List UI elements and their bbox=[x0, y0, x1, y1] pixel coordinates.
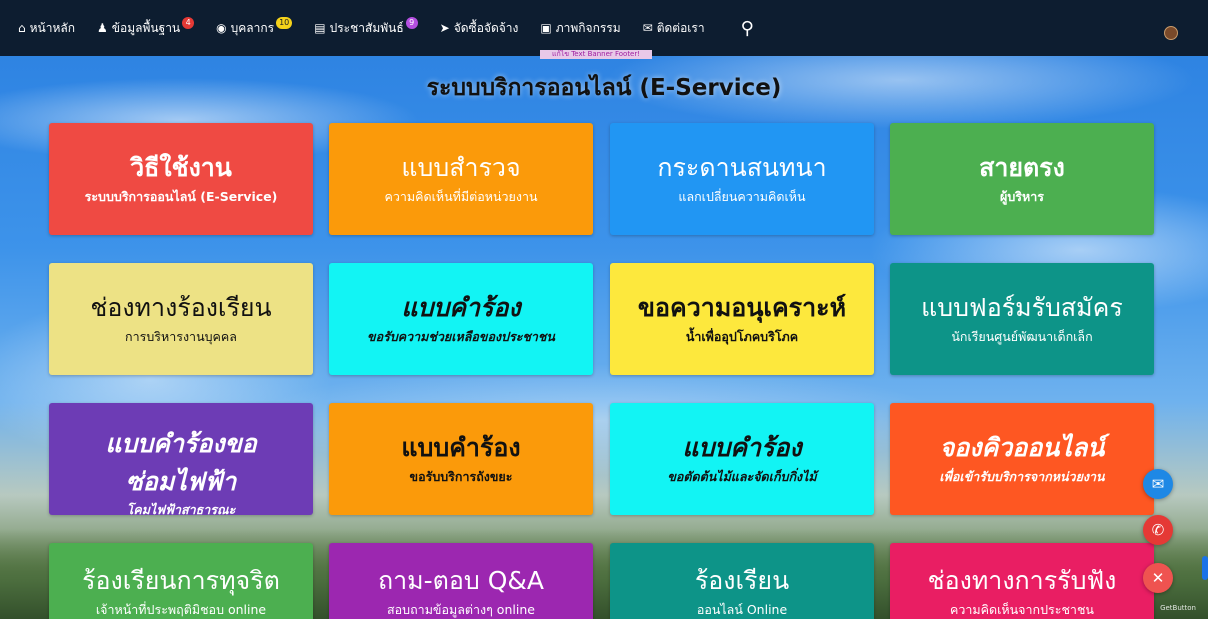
tile-title: ถาม-ตอบ Q&A bbox=[377, 566, 544, 595]
nav-item-contact[interactable]: ✉ ติดต่อเรา bbox=[643, 19, 705, 38]
tile-subtitle: ออนไลน์ Online bbox=[696, 602, 788, 617]
nav-item-label: ภาพกิจกรรม bbox=[555, 20, 621, 35]
tile-subtitle: ความคิดเห็นที่มีต่อหน่วยงาน bbox=[384, 189, 538, 204]
phone-icon: ✆ bbox=[1151, 521, 1165, 539]
tile-subtitle: การบริหารงานบุคคล bbox=[125, 329, 237, 344]
tile-direct-line[interactable]: สายตรง ผู้บริหาร bbox=[890, 123, 1154, 235]
tile-water-request[interactable]: ขอความอนุเคราะห์ น้ำเพื่ออุปโภคบริโภค bbox=[610, 263, 874, 375]
tile-subtitle: แลกเปลี่ยนความคิดเห็น bbox=[678, 189, 806, 204]
nav-item-label: ข้อมูลพื้นฐาน bbox=[111, 20, 181, 35]
tile-how-to-use[interactable]: วิธีใช้งาน ระบบบริการออนไลน์ (E-Service) bbox=[49, 123, 313, 235]
tile-subtitle: ขอรับความช่วยเหลือของประชาชน bbox=[367, 329, 555, 344]
nav-item-personnel[interactable]: ◉ บุคลากร 10 bbox=[216, 17, 293, 38]
tile-title: ช่องทางการรับฟัง bbox=[927, 566, 1117, 595]
tile-title: ช่องทางร้องเรียน bbox=[90, 293, 272, 322]
tile-tree-cutting-request[interactable]: แบบคำร้อง ขอตัดต้นไม้และจัดเก็บกิ่งไม้ bbox=[610, 403, 874, 515]
envelope-icon: ✉ bbox=[642, 21, 653, 35]
newspaper-icon: ▤ bbox=[314, 21, 326, 35]
tile-online-queue[interactable]: จองคิวออนไลน์ เพื่อเข้ารับบริการจากหน่วย… bbox=[890, 403, 1154, 515]
tile-title: จองคิวออนไลน์ bbox=[939, 433, 1105, 462]
tile-title: แบบฟอร์มรับสมัคร bbox=[921, 293, 1123, 322]
tile-title: ขอความอนุเคราะห์ bbox=[637, 293, 847, 322]
tile-title: ร้องเรียนการทุจริต bbox=[82, 566, 280, 595]
nav-item-home[interactable]: ⌂ หน้าหลัก bbox=[18, 19, 75, 38]
nav-item-basic-info[interactable]: ♟ ข้อมูลพื้นฐาน 4 bbox=[97, 17, 195, 38]
tile-webboard[interactable]: กระดานสนทนา แลกเปลี่ยนความคิดเห็น bbox=[610, 123, 874, 235]
tile-subtitle: ระบบบริการออนไลน์ (E-Service) bbox=[84, 189, 278, 204]
tile-subtitle: สอบถามข้อมูลต่างๆ online bbox=[387, 602, 535, 617]
tile-personnel-complaint[interactable]: ช่องทางร้องเรียน การบริหารงานบุคคล bbox=[49, 263, 313, 375]
close-widget-button[interactable]: ✕ bbox=[1143, 563, 1173, 593]
banner-footer-text: แก้ไข Text Banner Footer! bbox=[540, 50, 652, 59]
tile-subtitle: น้ำเพื่ออุปโภคบริโภค bbox=[685, 329, 799, 344]
bell-icon: ♟ bbox=[97, 21, 108, 35]
notification-badge: 4 bbox=[182, 17, 195, 29]
messenger-icon: ✉ bbox=[1151, 475, 1165, 493]
tile-subtitle: โคมไฟฟ้าสาธารณะ bbox=[126, 502, 236, 515]
tile-subtitle: ความคิดเห็นจากประชาชน bbox=[950, 602, 1094, 617]
tile-feedback-channel[interactable]: ช่องทางการรับฟัง ความคิดเห็นจากประชาชน bbox=[890, 543, 1154, 619]
messenger-button[interactable]: ✉ bbox=[1143, 469, 1173, 499]
tile-subtitle: ขอตัดต้นไม้และจัดเก็บกิ่งไม้ bbox=[667, 469, 817, 484]
tile-subtitle: เพื่อเข้ารับบริการจากหน่วยงาน bbox=[939, 469, 1105, 484]
nav-item-label: ติดต่อเรา bbox=[656, 20, 705, 35]
tile-subtitle: นักเรียนศูนย์พัฒนาเด็กเล็ก bbox=[951, 329, 1093, 344]
tile-title: แบบคำร้อง bbox=[401, 293, 521, 322]
nav-item-label: หน้าหลัก bbox=[29, 20, 76, 35]
avatar[interactable] bbox=[1164, 26, 1178, 40]
tile-assistance-request[interactable]: แบบคำร้อง ขอรับความช่วยเหลือของประชาชน bbox=[329, 263, 593, 375]
notification-badge: 9 bbox=[405, 17, 418, 29]
tile-title: แบบคำร้อง bbox=[401, 433, 521, 462]
tile-garbage-bin-request[interactable]: แบบคำร้อง ขอรับบริการถังขยะ bbox=[329, 403, 593, 515]
nav-item-label: ประชาสัมพันธ์ bbox=[329, 20, 404, 35]
search-icon[interactable]: ⚲ bbox=[741, 18, 754, 39]
getbutton-credit[interactable]: GetButton bbox=[1160, 604, 1196, 612]
tile-title: วิธีใช้งาน bbox=[130, 153, 232, 182]
tile-subtitle: เจ้าหน้าที่ประพฤติมิชอบ online bbox=[95, 602, 267, 617]
tile-enrollment-form[interactable]: แบบฟอร์มรับสมัคร นักเรียนศูนย์พัฒนาเด็กเ… bbox=[890, 263, 1154, 375]
tile-corruption-complaint[interactable]: ร้องเรียนการทุจริต เจ้าหน้าที่ประพฤติมิช… bbox=[49, 543, 313, 619]
tile-subtitle: ผู้บริหาร bbox=[1000, 189, 1044, 204]
nav-item-label: บุคลากร bbox=[230, 20, 275, 35]
home-icon: ⌂ bbox=[18, 21, 26, 35]
tile-title: แบบคำร้อง bbox=[682, 433, 802, 462]
send-icon: ➤ bbox=[439, 21, 450, 35]
nav-item-public-relations[interactable]: ▤ ประชาสัมพันธ์ 9 bbox=[314, 17, 418, 38]
nav-item-activity-photos[interactable]: ▣ ภาพกิจกรรม bbox=[540, 19, 620, 38]
tile-title: สายตรง bbox=[979, 153, 1065, 182]
page-scrollbar[interactable] bbox=[1202, 556, 1208, 580]
tile-online-complaint[interactable]: ร้องเรียน ออนไลน์ Online bbox=[610, 543, 874, 619]
phone-call-button[interactable]: ✆ bbox=[1143, 515, 1173, 545]
tile-subtitle: ขอรับบริการถังขยะ bbox=[409, 469, 513, 484]
image-icon: ▣ bbox=[540, 21, 552, 35]
nav-item-label: จัดซื้อจัดจ้าง bbox=[453, 20, 519, 35]
page-title: ระบบบริการออนไลน์ (E-Service) bbox=[426, 75, 782, 101]
nav-item-procurement[interactable]: ➤ จัดซื้อจัดจ้าง bbox=[440, 19, 519, 38]
tile-qa[interactable]: ถาม-ตอบ Q&A สอบถามข้อมูลต่างๆ online bbox=[329, 543, 593, 619]
notification-badge: 10 bbox=[276, 17, 293, 29]
top-navbar: ⌂ หน้าหลัก ♟ ข้อมูลพื้นฐาน 4 ◉ บุคลากร 1… bbox=[0, 0, 1208, 56]
tile-title: แบบสำรวจ bbox=[401, 153, 521, 182]
close-icon: ✕ bbox=[1151, 569, 1165, 587]
tile-electric-repair[interactable]: แบบคำร้องขอซ่อมไฟฟ้า โคมไฟฟ้าสาธารณะ bbox=[49, 403, 313, 515]
user-circle-icon: ◉ bbox=[216, 21, 227, 35]
tile-title: กระดานสนทนา bbox=[657, 153, 827, 182]
tile-title: ร้องเรียน bbox=[694, 566, 790, 595]
tile-title: แบบคำร้องขอซ่อมไฟฟ้า bbox=[105, 429, 257, 496]
tile-survey[interactable]: แบบสำรวจ ความคิดเห็นที่มีต่อหน่วยงาน bbox=[329, 123, 593, 235]
